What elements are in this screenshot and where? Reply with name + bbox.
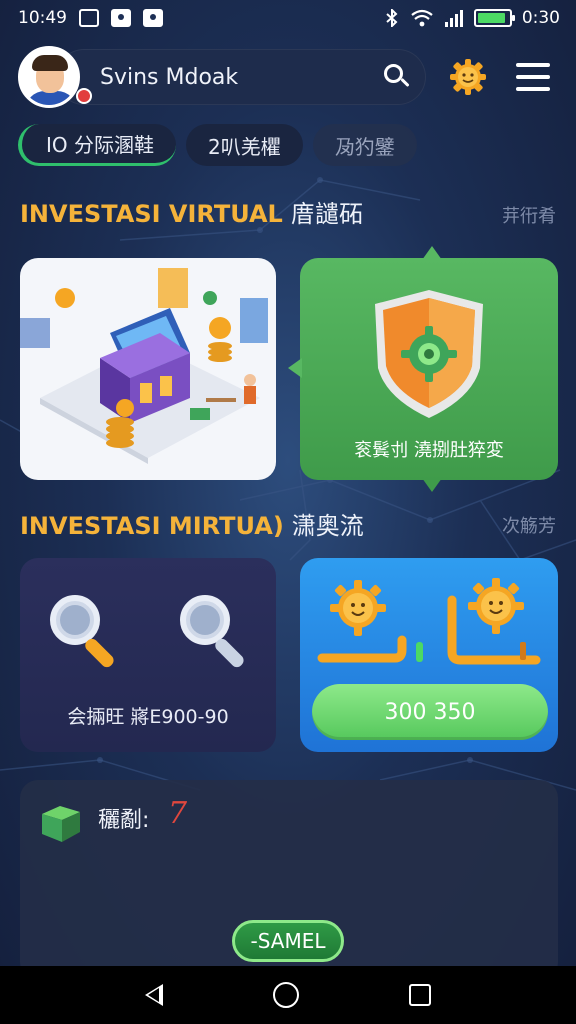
section-link-2[interactable]: 次觞芳 bbox=[502, 512, 556, 538]
section-link-1[interactable]: 茾衎肴 bbox=[502, 202, 556, 228]
avatar[interactable] bbox=[18, 46, 80, 108]
search-caption: 会掚旺 嶈E900-90 bbox=[67, 706, 229, 728]
cube-icon bbox=[42, 806, 80, 842]
sample-button[interactable]: -SAMEL bbox=[232, 920, 344, 962]
stat-value: 7 bbox=[168, 796, 188, 831]
amount-card[interactable]: 300 350 bbox=[300, 558, 558, 752]
magnifier-icon-left bbox=[50, 595, 114, 668]
city-investment-illustration bbox=[20, 268, 268, 464]
security-caption: 衮鬂刌 澆捌肚猝変 bbox=[354, 440, 504, 461]
user-name-bar[interactable]: Svins Mdoak bbox=[56, 49, 426, 105]
stats-card: 穲劀: 7 -SAMEL bbox=[20, 780, 558, 980]
home-icon[interactable] bbox=[273, 982, 299, 1008]
tab-1[interactable]: IO 分际溷鞋 bbox=[18, 124, 176, 166]
investment-illustration-card[interactable] bbox=[20, 258, 276, 480]
sun-gears-illustration bbox=[317, 578, 541, 665]
image-icon bbox=[79, 9, 99, 27]
tab-3[interactable]: 夃犳鐾 bbox=[312, 124, 417, 166]
bluetooth-icon bbox=[386, 9, 398, 27]
section-title-2: INVESTASI MIRTUA) 潇奥流 bbox=[20, 512, 364, 540]
magnifier-icons bbox=[50, 595, 244, 668]
download-icon bbox=[143, 9, 163, 27]
section-title-1: INVESTASI VIRTUAL 庴譴砳 bbox=[20, 200, 363, 228]
clock-left: 10:49 bbox=[18, 8, 67, 28]
battery-icon bbox=[473, 9, 515, 27]
magnifier-icon-right bbox=[180, 595, 244, 668]
sun-gear-icon-left bbox=[330, 580, 386, 636]
notification-badge bbox=[76, 88, 92, 104]
status-bar: 10:49 0:30 bbox=[0, 0, 576, 36]
sun-gear-icon[interactable] bbox=[448, 57, 488, 97]
amount-button[interactable]: 300 350 bbox=[312, 684, 548, 740]
header: Svins Mdoak bbox=[18, 44, 558, 110]
system-nav-bar bbox=[0, 966, 576, 1024]
clock-right: 0:30 bbox=[521, 8, 560, 28]
security-card[interactable]: 衮鬂刌 澆捌肚猝変 bbox=[288, 246, 558, 492]
signal-icon bbox=[444, 10, 463, 27]
tab-bar: IO 分际溷鞋 2叭羌欋 夃犳鐾 bbox=[18, 124, 417, 166]
stat-label: 穲劀: bbox=[98, 808, 150, 833]
camera-icon bbox=[111, 9, 131, 27]
tab-2[interactable]: 2叭羌欋 bbox=[186, 124, 303, 166]
search-icon[interactable] bbox=[380, 61, 412, 93]
username: Svins Mdoak bbox=[100, 64, 239, 90]
back-icon[interactable] bbox=[145, 984, 163, 1006]
menu-icon[interactable] bbox=[516, 63, 550, 91]
battery-level bbox=[477, 13, 505, 23]
wifi-icon bbox=[411, 9, 433, 27]
sun-gear-icon-right bbox=[468, 578, 524, 634]
shield-icon bbox=[375, 290, 483, 418]
search-card[interactable]: 会掚旺 嶈E900-90 bbox=[20, 558, 276, 752]
recent-apps-icon[interactable] bbox=[409, 984, 431, 1006]
